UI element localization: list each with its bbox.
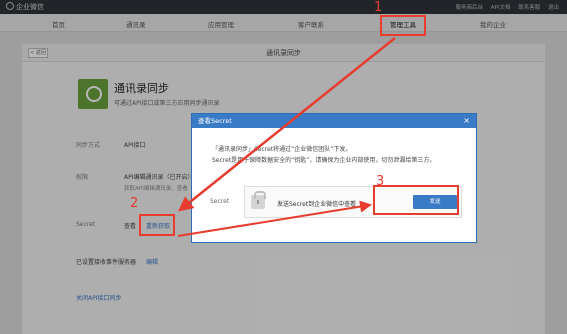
- arrow-step-1-to-2: [178, 37, 396, 212]
- arrow-step-2-to-3: [177, 200, 372, 237]
- annotation-arrows: [177, 37, 396, 237]
